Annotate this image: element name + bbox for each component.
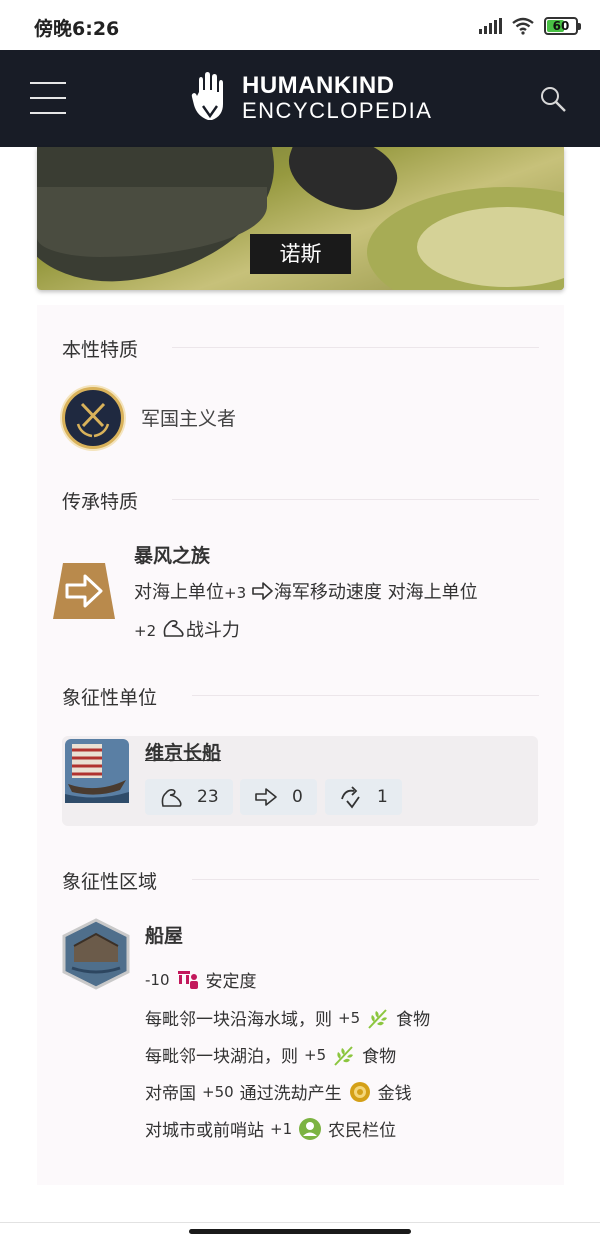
effect-line-farmer-slot: 对城市或前哨站 +1 农民栏位 [145,1116,396,1141]
effect-line-food-lake: 每毗邻一块湖泊，则 +5 食物 [145,1042,396,1068]
status-icons: 60 [479,15,581,37]
stability-icon [177,970,198,989]
brand-title: HUMANKIND [242,72,395,99]
divider [192,695,539,696]
arrow-right-badge-icon[interactable] [53,563,115,619]
culture-title: 诺斯 [250,234,351,274]
battery-icon: 60 [544,17,581,35]
divider [192,879,539,880]
legacy-trait-description: 对海上单位+3 海军移动速度 对海上单位 +2 战斗力 [134,582,478,641]
food-icon [368,1008,388,1029]
unit-name-link[interactable]: 维京长船 [145,738,221,765]
legacy-trait-name: 暴风之族 [134,545,211,567]
section-title-emblematic-district: 象征性区域 [62,871,158,893]
divider [172,347,539,348]
culture-detail-card: 本性特质 军国主义者 传承特质 暴风之族 对海上单位+3 海军移动速度 对海上单… [37,305,564,1185]
movement-icon [255,788,277,806]
effect-line-money: 对帝国 +50 通过洗劫产生 金钱 [145,1079,412,1104]
food-icon [334,1045,354,1066]
app-header: HUMANKIND ENCYCLOPEDIA [0,50,600,147]
district-name: 船屋 [145,925,184,947]
divider [0,1222,600,1223]
inherent-trait-label[interactable]: 军国主义者 [141,404,236,431]
range-icon [341,786,360,809]
unit-movement-stat: 0 [240,779,317,815]
brand-subtitle: ENCYCLOPEDIA [242,98,433,123]
crossed-swords-laurel-icon[interactable] [62,387,124,449]
unit-card[interactable]: 维京长船 23 0 1 [62,736,538,826]
home-indicator[interactable] [189,1229,411,1234]
section-title-emblematic-unit: 象征性单位 [62,687,158,709]
search-icon[interactable] [538,84,568,114]
divider [172,499,539,500]
unit-range-stat: 1 [325,779,402,815]
longship-unit-icon [65,739,129,803]
strength-icon [163,620,184,637]
hand-logo-icon [191,72,223,120]
effect-line-food-coastal: 每毗邻一块沿海水域，则 +5 食物 [145,1005,430,1031]
section-title-inherent-trait: 本性特质 [62,339,139,361]
wifi-icon [512,17,534,35]
status-time: 傍晚6:26 [34,18,120,40]
signal-icon [479,18,502,34]
status-bar: 傍晚6:26 60 [0,0,600,50]
movement-icon [252,582,273,600]
strength-icon [161,789,182,807]
menu-icon[interactable] [30,82,66,114]
unit-strength-stat: 23 [145,779,233,815]
farmer-slot-icon [299,1117,322,1140]
money-icon [349,1081,370,1102]
culture-hero-image: 诺斯 [37,147,564,290]
brand-logo[interactable]: HUMANKIND ENCYCLOPEDIA [190,72,432,124]
effect-line-stability: -10 安定度 [145,967,257,992]
boathouse-district-icon[interactable] [62,918,130,990]
battery-level: 60 [552,19,570,33]
section-title-legacy-trait: 传承特质 [62,491,139,513]
